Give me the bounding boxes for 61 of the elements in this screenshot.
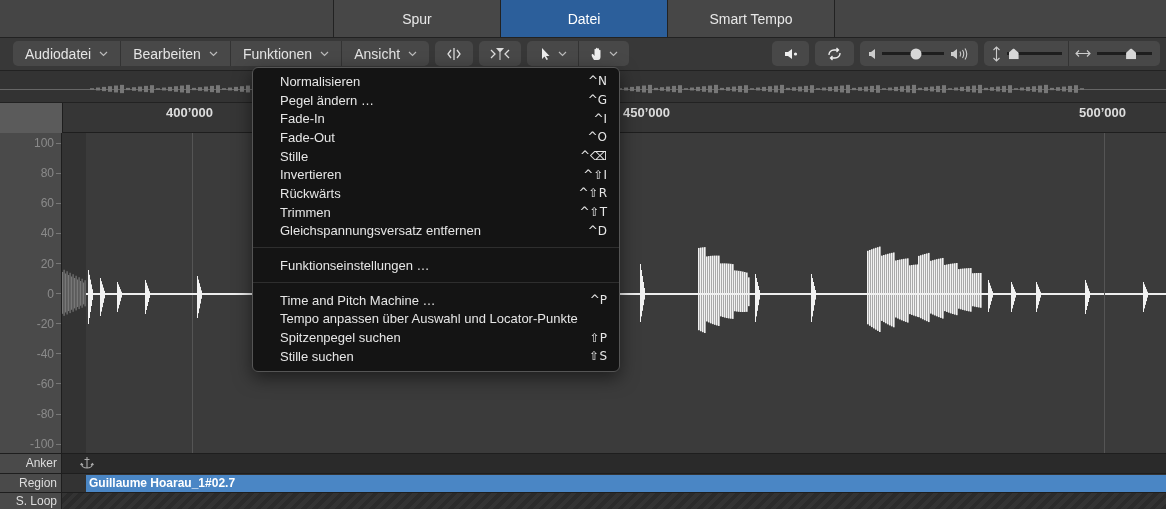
ruler-label: 500’000 <box>1079 104 1126 120</box>
region-name: Guillaume Hoarau_1#02.7 <box>89 476 236 491</box>
speaker-low-icon <box>868 47 876 60</box>
menu-button[interactable]: Funktionen <box>230 41 343 67</box>
axis-label: -60 <box>36 376 54 391</box>
slider-thumb[interactable] <box>910 48 922 60</box>
axis-label: -40 <box>36 346 54 361</box>
chevron-icon <box>99 50 109 57</box>
split-icon-button[interactable] <box>435 41 474 67</box>
menu-button[interactable]: Audiodatei <box>13 41 122 67</box>
speaker-icon-button[interactable] <box>772 41 809 67</box>
menu-button[interactable]: Bearbeiten <box>121 41 231 67</box>
chevron-icon <box>408 50 418 57</box>
menu-item[interactable]: Normalisieren ^N <box>253 72 619 91</box>
slider-thumb[interactable] <box>1008 48 1019 60</box>
split-icon <box>446 46 463 61</box>
axis-label: 60 <box>40 196 54 211</box>
menu-item[interactable]: Fade-In ^I <box>253 109 619 129</box>
slider-thumb[interactable] <box>1126 48 1137 60</box>
menu-item[interactable]: Stille ^⌫ <box>253 146 619 166</box>
vertical-arrows-icon <box>992 45 1001 62</box>
speaker-high-icon <box>950 46 970 61</box>
lane-label: S. Loop <box>15 494 57 509</box>
axis-label: -80 <box>36 407 54 421</box>
axis-label: 0 <box>47 286 54 301</box>
anchor-icon <box>80 456 94 471</box>
menu-item[interactable]: Tempo anpassen über Auswahl und Locator-Punkte <box>253 309 619 329</box>
menu-item[interactable]: Invertieren ^⇧I <box>253 165 619 185</box>
menu-item[interactable]: Pegel ändern … ^G <box>253 90 619 110</box>
menu-item[interactable]: Spitzenpegel suchen ⇧P <box>253 328 619 347</box>
ruler-label: 400’000 <box>166 104 213 120</box>
tab[interactable]: Datei <box>501 0 668 38</box>
axis-label: 80 <box>40 166 54 181</box>
speaker-icon <box>783 46 798 61</box>
menu-item[interactable]: Time and Pitch Machine … ^P <box>253 290 619 310</box>
lane-label: Anker <box>25 456 57 471</box>
ruler-label: 450’000 <box>623 104 670 120</box>
menu-item[interactable]: Trimmen ^⇧T <box>253 202 619 222</box>
funnel-icon <box>490 46 511 61</box>
horizontal-arrows-icon <box>1075 49 1091 59</box>
chevron-icon <box>558 50 568 57</box>
axis-label: -100 <box>29 437 54 452</box>
axis-label: 20 <box>40 256 54 271</box>
region-bar[interactable]: Guillaume Hoarau_1#02.7 <box>86 474 1166 492</box>
lane-label: Region <box>18 476 57 491</box>
snap-icon-button[interactable] <box>479 41 522 67</box>
menu-button[interactable]: Ansicht <box>342 41 430 67</box>
chevron-icon <box>320 50 330 57</box>
axis-label: 40 <box>40 226 54 241</box>
menu-item[interactable]: Stille suchen ⇧S <box>253 346 619 366</box>
hand-icon <box>590 46 604 61</box>
chevron-icon <box>609 50 619 57</box>
axis-label: -20 <box>36 316 54 331</box>
cycle-icon <box>826 46 843 61</box>
menu-item[interactable]: Fade-Out ^O <box>253 128 619 147</box>
menu-item[interactable]: Gleichspannungsversatz entfernen ^D <box>253 221 619 241</box>
cycle-icon-button[interactable] <box>815 41 854 67</box>
axis-label: 100 <box>33 136 54 151</box>
chevron-icon <box>208 50 218 57</box>
menu-item[interactable]: Rückwärts ^⇧R <box>253 184 619 203</box>
menu-item[interactable]: Funktionseinstellungen … <box>253 256 619 275</box>
